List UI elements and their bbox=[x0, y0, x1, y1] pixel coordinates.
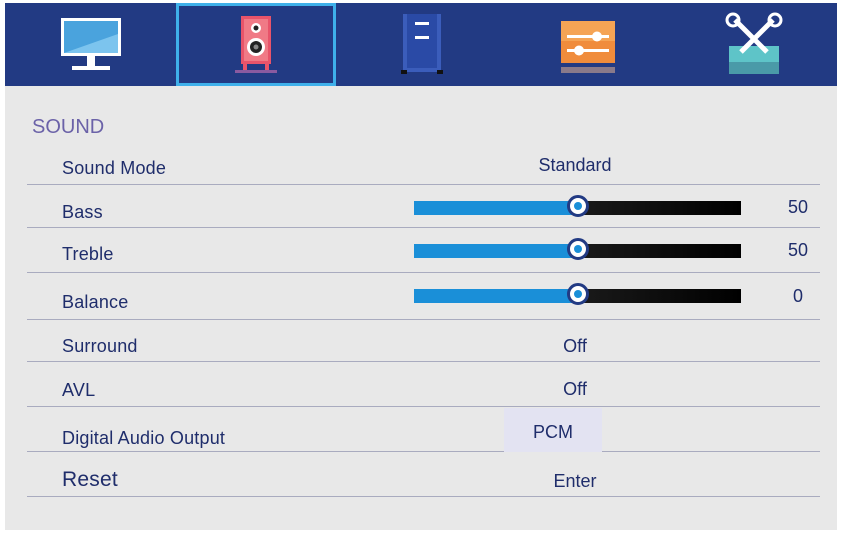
menu-row-reset[interactable]: Reset Enter bbox=[27, 451, 820, 497]
avl-label: AVL bbox=[62, 380, 96, 400]
treble-value: 50 bbox=[787, 240, 809, 260]
section-title: SOUND bbox=[32, 116, 105, 138]
reset-label: Reset bbox=[62, 468, 118, 491]
balance-label: Balance bbox=[62, 292, 129, 312]
tab-sound[interactable] bbox=[176, 3, 336, 86]
slider-knob[interactable] bbox=[567, 238, 589, 260]
slider-fill bbox=[414, 289, 578, 303]
balance-value: 0 bbox=[792, 286, 803, 306]
digital-audio-output-value: PCM bbox=[504, 408, 602, 452]
avl-value: Off bbox=[563, 379, 587, 399]
menu-row-treble[interactable]: Treble 50 bbox=[27, 227, 820, 273]
slider-knob[interactable] bbox=[567, 283, 589, 305]
tab-channel[interactable] bbox=[342, 3, 502, 86]
tab-tools[interactable] bbox=[674, 3, 834, 86]
slider-fill bbox=[414, 244, 578, 258]
tab-picture[interactable] bbox=[11, 3, 171, 86]
surround-label: Surround bbox=[62, 336, 138, 356]
picture-monitor-icon bbox=[61, 17, 121, 70]
balance-slider[interactable] bbox=[414, 283, 741, 305]
speaker-icon bbox=[235, 15, 277, 73]
settings-sliders-icon bbox=[561, 20, 615, 73]
menu-row-bass[interactable]: Bass 50 bbox=[27, 184, 820, 228]
bass-value: 50 bbox=[787, 197, 809, 217]
reset-action: Enter bbox=[553, 471, 597, 491]
tv-menu-screen: SOUND Sound Mode Standard Bass 50 Treble… bbox=[5, 3, 837, 530]
surround-value: Off bbox=[563, 336, 587, 356]
menu-tab-bar bbox=[5, 3, 837, 86]
digital-audio-output-label: Digital Audio Output bbox=[62, 428, 226, 448]
tools-icon bbox=[725, 12, 783, 74]
treble-label: Treble bbox=[62, 244, 114, 264]
bass-slider[interactable] bbox=[414, 195, 741, 217]
menu-row-digital-audio-output[interactable]: Digital Audio Output PCM bbox=[27, 406, 820, 452]
channel-tuner-icon bbox=[401, 13, 443, 74]
tab-setting[interactable] bbox=[508, 3, 668, 86]
slider-knob[interactable] bbox=[567, 195, 589, 217]
sound-mode-label: Sound Mode bbox=[62, 158, 167, 178]
sound-mode-value: Standard bbox=[538, 155, 612, 175]
bass-label: Bass bbox=[62, 202, 103, 222]
slider-fill bbox=[414, 201, 578, 215]
menu-row-balance[interactable]: Balance 0 bbox=[27, 272, 820, 320]
treble-slider[interactable] bbox=[414, 238, 741, 260]
menu-row-sound-mode[interactable]: Sound Mode Standard bbox=[27, 153, 820, 185]
menu-row-surround[interactable]: Surround Off bbox=[27, 319, 820, 362]
menu-row-avl[interactable]: AVL Off bbox=[27, 361, 820, 407]
